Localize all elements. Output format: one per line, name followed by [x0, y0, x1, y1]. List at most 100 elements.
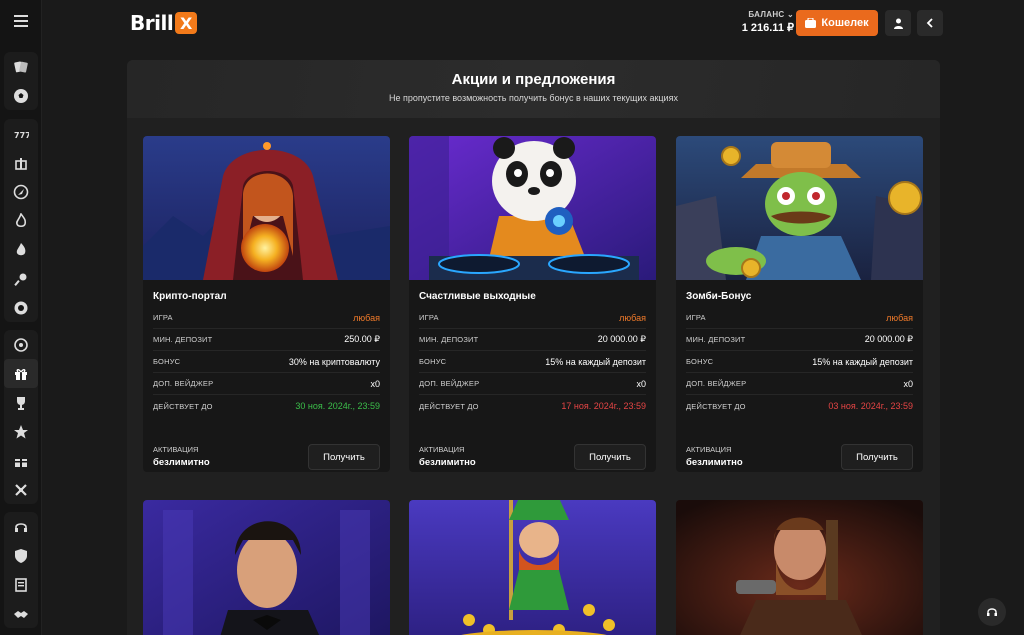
label-game: ИГРА — [686, 313, 706, 322]
wallet-button[interactable]: Кошелек — [796, 10, 878, 36]
activation-label: АКТИВАЦИЯ — [419, 445, 465, 454]
value-bonus: 15% на каждый депозит — [812, 356, 913, 367]
label-bonus: БОНУС — [419, 357, 447, 366]
app-root: 777 Brill X БАЛАНС ⌄ 1 216.11 ₽ Кошелек … — [0, 0, 1024, 635]
label-valid-until: ДЕЙСТВУЕТ ДО — [153, 401, 213, 411]
promo-title: Счастливые выходные — [419, 291, 536, 302]
slot-777-icon[interactable]: 777 — [4, 119, 38, 148]
row-valid-until: ДЕЙСТВУЕТ ДО 17 ноя. 2024г., 23:59 — [419, 395, 646, 417]
wallet-icon — [805, 18, 817, 28]
row-min-deposit: МИН. ДЕПОЗИТ 250.00 ₽ — [153, 329, 380, 351]
promo-card-crypto: Крипто-портал ИГРА любая МИН. ДЕПОЗИТ 25… — [143, 136, 390, 472]
shield-icon[interactable] — [4, 541, 38, 570]
label-wager: ДОП. ВЕЙДЖЕР — [153, 379, 214, 388]
value-min-deposit: 20 000.00 ₽ — [864, 334, 913, 344]
collapse-button[interactable] — [917, 10, 943, 36]
trophy-icon[interactable] — [4, 388, 38, 417]
activation-value: безлимитно — [686, 457, 743, 468]
value-valid-until: 17 ноя. 2024г., 23:59 — [561, 401, 646, 411]
rocket-icon[interactable] — [4, 177, 38, 206]
headset-icon[interactable] — [4, 512, 38, 541]
activation-value: безлимитно — [153, 457, 210, 468]
headset-icon — [987, 608, 997, 616]
value-bonus: 15% на каждый депозит — [545, 356, 646, 367]
row-valid-until: ДЕЙСТВУЕТ ДО 03 ноя. 2024г., 23:59 — [686, 395, 913, 417]
flame-icon[interactable] — [4, 235, 38, 264]
value-valid-until: 03 ноя. 2024г., 23:59 — [828, 401, 913, 411]
page-subtitle: Не пропустите возможность получить бонус… — [389, 93, 678, 103]
fire-icon[interactable] — [4, 206, 38, 235]
sidebar-group-main — [4, 52, 38, 110]
sidebar-group-promo — [4, 330, 38, 504]
label-game: ИГРА — [419, 313, 439, 322]
promo-card-zombie: Зомби-Бонус ИГРА любая МИН. ДЕПОЗИТ 20 0… — [676, 136, 923, 472]
get-bonus-button[interactable]: Получить — [574, 444, 646, 470]
promo-card-viking — [676, 500, 923, 635]
document-icon[interactable] — [4, 570, 38, 599]
user-icon — [893, 18, 903, 29]
promo-image-zombie — [676, 136, 923, 280]
value-game: любая — [619, 312, 646, 323]
gift-icon[interactable] — [4, 359, 38, 388]
value-min-deposit: 20 000.00 ₽ — [597, 334, 646, 344]
row-wager: ДОП. ВЕЙДЖЕР x0 — [153, 373, 380, 395]
present-icon[interactable] — [4, 446, 38, 475]
row-bonus: БОНУС 30% на криптовалюту — [153, 351, 380, 373]
get-bonus-button[interactable]: Получить — [308, 444, 380, 470]
label-valid-until: ДЕЙСТВУЕТ ДО — [686, 401, 746, 411]
promo-image-viking — [676, 500, 923, 635]
row-wager: ДОП. ВЕЙДЖЕР x0 — [419, 373, 646, 395]
cards-icon[interactable] — [4, 52, 38, 81]
label-valid-until: ДЕЙСТВУЕТ ДО — [419, 401, 479, 411]
balance-value: 1 216.11 ₽ — [741, 22, 794, 34]
balance-block[interactable]: БАЛАНС ⌄ 1 216.11 ₽ — [734, 10, 794, 34]
poker-chip-icon[interactable] — [4, 293, 38, 322]
promo-image-agent — [143, 500, 390, 635]
promotions-panel: Акции и предложения Не пропустите возмож… — [127, 60, 940, 635]
get-bonus-button[interactable]: Получить — [841, 444, 913, 470]
row-bonus: БОНУС 15% на каждый депозит — [686, 351, 913, 373]
value-game: любая — [886, 312, 913, 323]
row-min-deposit: МИН. ДЕПОЗИТ 20 000.00 ₽ — [686, 329, 913, 351]
label-wager: ДОП. ВЕЙДЖЕР — [419, 379, 480, 388]
row-min-deposit: МИН. ДЕПОЗИТ 20 000.00 ₽ — [419, 329, 646, 351]
label-bonus: БОНУС — [153, 357, 181, 366]
promo-title: Зомби-Бонус — [686, 291, 752, 302]
pin-icon[interactable] — [4, 264, 38, 293]
label-min-deposit: МИН. ДЕПОЗИТ — [686, 335, 746, 344]
support-chat-button[interactable] — [978, 598, 1006, 626]
value-game: любая — [353, 312, 380, 323]
star-icon[interactable] — [4, 417, 38, 446]
wallet-label: Кошелек — [821, 17, 869, 29]
value-bonus: 30% на криптовалюту — [288, 356, 380, 367]
chevron-left-icon — [926, 18, 933, 28]
profile-button[interactable] — [885, 10, 911, 36]
promo-title: Крипто-портал — [153, 291, 227, 302]
promo-card-agent — [143, 500, 390, 635]
promo-image-leprechaun — [409, 500, 656, 635]
sidebar: 777 — [0, 0, 42, 635]
wheel-icon[interactable] — [4, 330, 38, 359]
activation-value: безлимитно — [419, 457, 476, 468]
balance-label: БАЛАНС ⌄ — [748, 10, 794, 19]
row-game: ИГРА любая — [153, 307, 380, 329]
promo-image-panda — [409, 136, 656, 280]
sidebar-group-games: 777 — [4, 119, 38, 322]
activation-label: АКТИВАЦИЯ — [686, 445, 732, 454]
row-wager: ДОП. ВЕЙДЖЕР x0 — [686, 373, 913, 395]
row-game: ИГРА любая — [686, 307, 913, 329]
gift-box-icon[interactable] — [4, 148, 38, 177]
sidebar-group-help — [4, 512, 38, 628]
soccer-ball-icon[interactable] — [4, 81, 38, 110]
label-wager: ДОП. ВЕЙДЖЕР — [686, 379, 747, 388]
brand-logo[interactable]: Brill X — [130, 10, 198, 36]
promo-image-sorceress — [143, 136, 390, 280]
tools-icon[interactable] — [4, 475, 38, 504]
handshake-icon[interactable] — [4, 599, 38, 628]
activation-label: АКТИВАЦИЯ — [153, 445, 199, 454]
logo-text: Brill — [130, 11, 174, 35]
svg-text:777: 777 — [14, 131, 29, 140]
row-game: ИГРА любая — [419, 307, 646, 329]
menu-burger-icon[interactable] — [8, 8, 34, 34]
logo-x-mark: X — [175, 12, 198, 34]
